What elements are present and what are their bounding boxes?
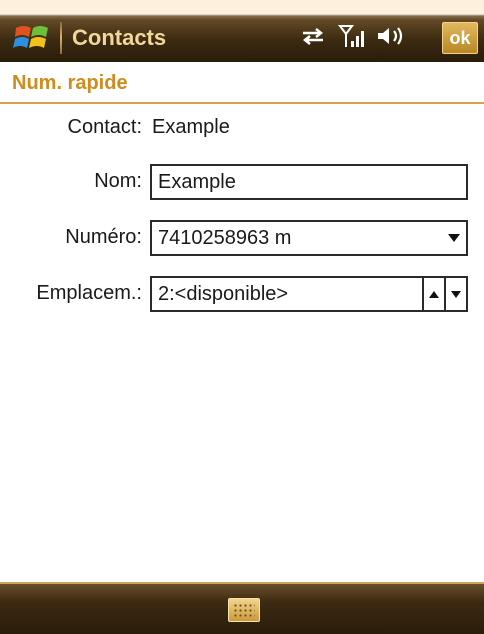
sync-icon[interactable] — [300, 25, 326, 52]
name-label: Nom: — [94, 170, 142, 192]
contact-value: Example — [152, 116, 230, 138]
section-header: Num. rapide — [0, 62, 484, 104]
spin-down-button[interactable] — [444, 278, 466, 310]
location-value: 2:<disponible> — [158, 283, 289, 305]
number-value: 7410258963 m — [158, 227, 292, 249]
chevron-down-icon[interactable] — [448, 234, 460, 242]
arrow-up-icon — [429, 290, 439, 298]
signal-icon[interactable] — [338, 23, 364, 54]
volume-icon[interactable] — [376, 24, 406, 53]
name-field[interactable]: Example — [150, 164, 468, 200]
keyboard-keys — [233, 603, 255, 617]
app-title: Contacts — [72, 25, 167, 50]
header-divider — [0, 102, 484, 104]
keyboard-icon[interactable] — [228, 598, 260, 622]
page-title: Num. rapide — [12, 72, 128, 94]
soft-key-bar — [0, 582, 484, 634]
title-bar: Contacts ok — [0, 0, 484, 62]
number-label: Numéro: — [65, 226, 142, 248]
name-value: Example — [158, 171, 236, 193]
arrow-down-icon — [451, 290, 461, 298]
title-separator — [60, 22, 62, 54]
number-dropdown[interactable]: 7410258963 m — [150, 220, 468, 256]
windows-start-icon[interactable] — [8, 18, 56, 58]
location-spinner[interactable]: 2:<disponible> — [150, 276, 468, 312]
ok-button[interactable]: ok — [442, 22, 478, 54]
contact-label: Contact: — [67, 116, 142, 138]
location-label: Emplacem.: — [36, 282, 142, 304]
status-icons — [300, 20, 406, 56]
spin-up-button[interactable] — [422, 278, 444, 310]
